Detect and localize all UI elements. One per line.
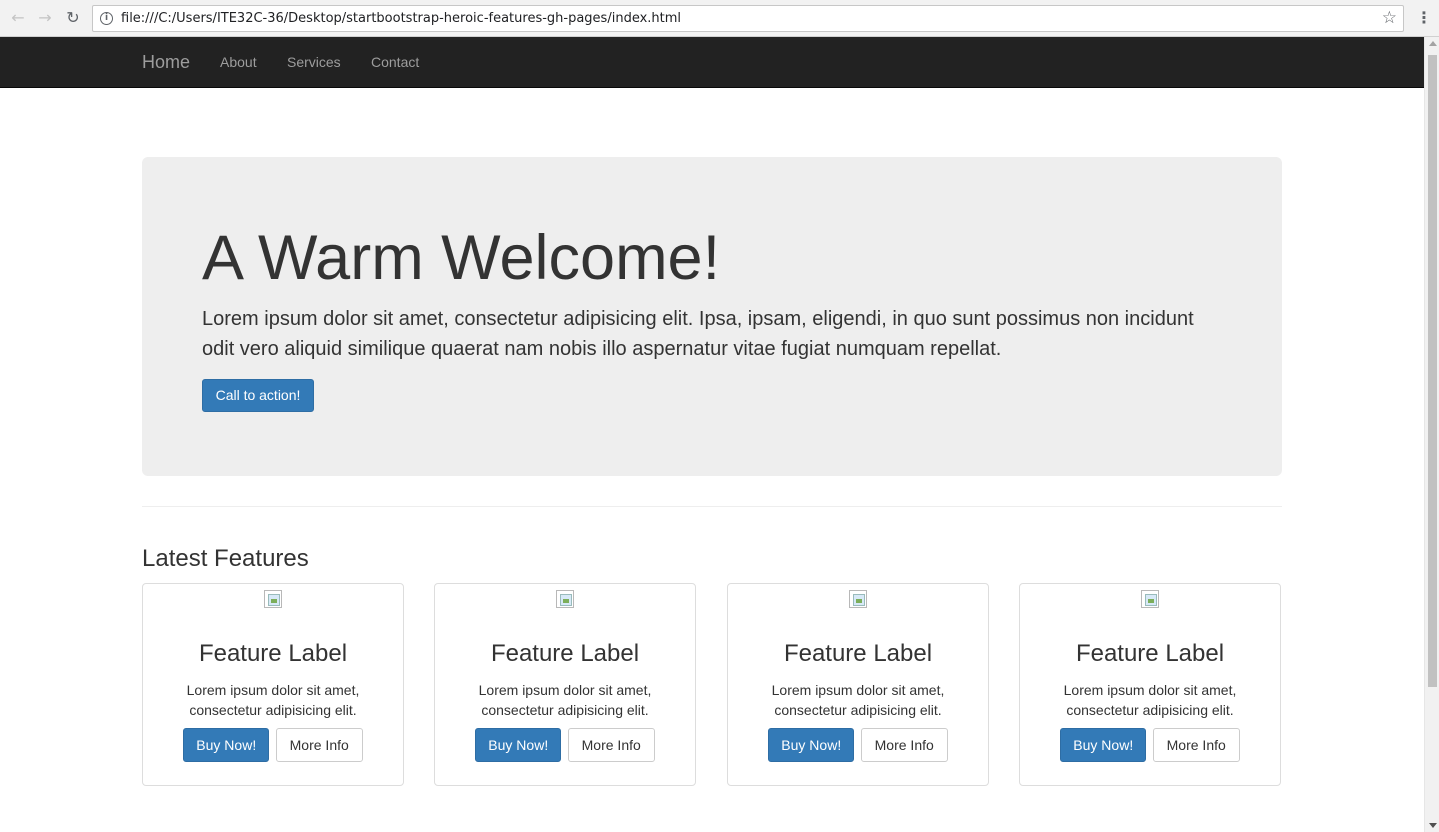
jumbotron-title: A Warm Welcome!	[202, 223, 721, 293]
feature-actions: Buy Now! More Info	[1020, 728, 1280, 762]
top-navbar: Home About Services Contact	[0, 37, 1424, 88]
more-info-button[interactable]: More Info	[567, 728, 655, 762]
section-divider	[142, 506, 1282, 507]
jumbotron-text: Lorem ipsum dolor sit amet, consectetur …	[202, 308, 1194, 360]
page-viewport: Home About Services Contact A Warm Welco…	[0, 37, 1424, 832]
feature-actions: Buy Now! More Info	[728, 728, 988, 762]
broken-image-icon	[556, 590, 574, 608]
more-info-button[interactable]: More Info	[860, 728, 948, 762]
scroll-down-arrow-icon[interactable]	[1429, 823, 1437, 828]
feature-label: Feature Label	[1075, 640, 1225, 667]
buy-now-button[interactable]: Buy Now!	[183, 728, 270, 762]
navbar-brand-home[interactable]: Home	[142, 52, 190, 73]
feature-label: Feature Label	[490, 640, 640, 667]
reload-icon[interactable]: ↻	[63, 8, 83, 28]
feature-label: Feature Label	[783, 640, 933, 667]
feature-card: Feature Label Lorem ipsum dolor sit amet…	[142, 583, 404, 786]
feature-actions: Buy Now! More Info	[143, 728, 403, 762]
forward-arrow-icon[interactable]: →	[35, 8, 55, 28]
feature-card: Feature Label Lorem ipsum dolor sit amet…	[727, 583, 989, 786]
nav-link-contact[interactable]: Contact	[371, 54, 419, 70]
vertical-scrollbar[interactable]	[1424, 37, 1439, 832]
buy-now-button[interactable]: Buy Now!	[768, 728, 855, 762]
more-info-button[interactable]: More Info	[1152, 728, 1240, 762]
feature-card: Feature Label Lorem ipsum dolor sit amet…	[1019, 583, 1281, 786]
latest-features-heading: Latest Features	[142, 545, 309, 572]
feature-text: Lorem ipsum dolor sit amet, consectetur …	[771, 682, 945, 718]
broken-image-icon	[264, 590, 282, 608]
url-text[interactable]: file:///C:/Users/ITE32C-36/Desktop/start…	[121, 11, 681, 26]
browser-menu-icon[interactable]: ⋮	[1416, 8, 1432, 28]
feature-actions: Buy Now! More Info	[435, 728, 695, 762]
call-to-action-button[interactable]: Call to action!	[202, 379, 314, 412]
jumbotron: A Warm Welcome! Lorem ipsum dolor sit am…	[142, 157, 1282, 476]
feature-card: Feature Label Lorem ipsum dolor sit amet…	[434, 583, 696, 786]
browser-toolbar: ← → ↻ i file:///C:/Users/ITE32C-36/Deskt…	[0, 0, 1439, 37]
buy-now-button[interactable]: Buy Now!	[475, 728, 562, 762]
feature-text: Lorem ipsum dolor sit amet, consectetur …	[1063, 682, 1237, 718]
nav-link-about[interactable]: About	[220, 54, 257, 70]
feature-text: Lorem ipsum dolor sit amet, consectetur …	[478, 682, 652, 718]
more-info-button[interactable]: More Info	[275, 728, 363, 762]
address-bar[interactable]: i file:///C:/Users/ITE32C-36/Desktop/sta…	[92, 5, 1404, 32]
info-icon[interactable]: i	[100, 12, 113, 25]
nav-link-services[interactable]: Services	[287, 54, 341, 70]
feature-text: Lorem ipsum dolor sit amet, consectetur …	[186, 682, 360, 718]
bookmark-star-icon[interactable]: ☆	[1382, 8, 1397, 28]
broken-image-icon	[849, 590, 867, 608]
back-arrow-icon[interactable]: ←	[8, 8, 28, 28]
buy-now-button[interactable]: Buy Now!	[1060, 728, 1147, 762]
feature-label: Feature Label	[198, 640, 348, 667]
broken-image-icon	[1141, 590, 1159, 608]
scroll-up-arrow-icon[interactable]	[1429, 41, 1437, 46]
scrollbar-thumb[interactable]	[1428, 55, 1437, 687]
